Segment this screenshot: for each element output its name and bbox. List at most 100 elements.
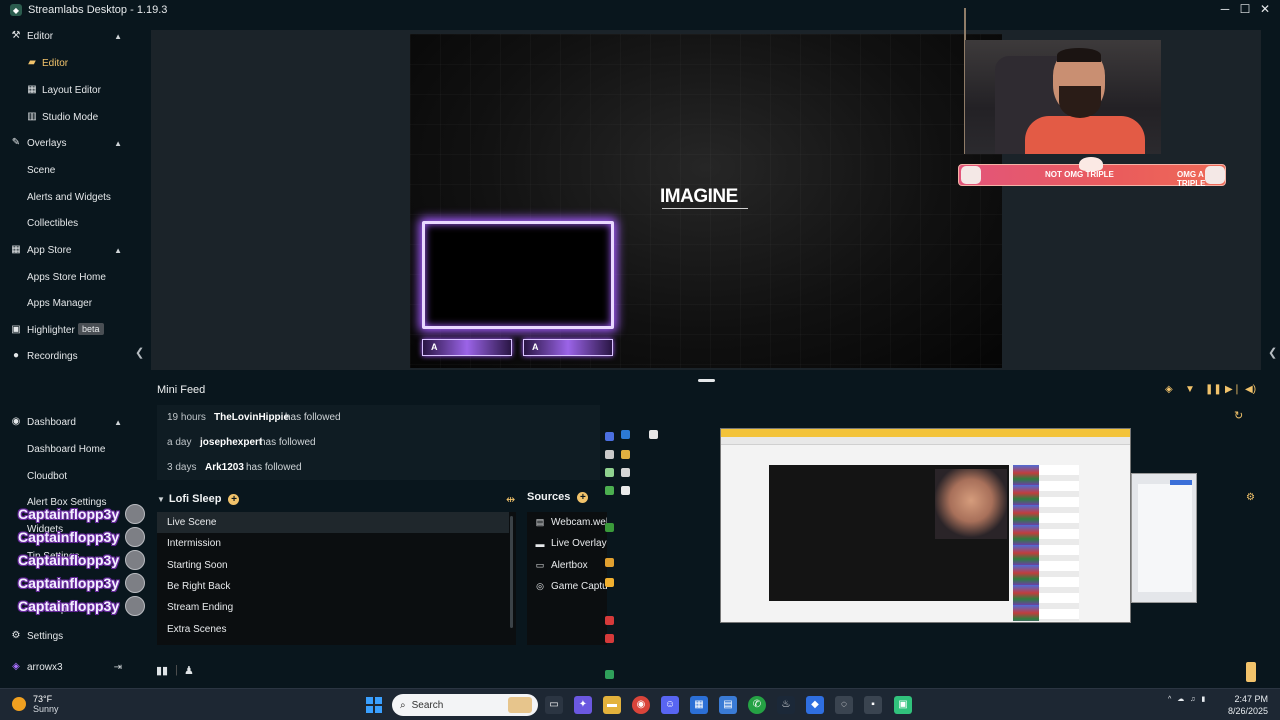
app-icon[interactable]: ◆ [806,696,824,714]
streamlabs-taskbar-icon[interactable]: ▣ [894,696,912,714]
taskbar-search[interactable]: ⌕ Search [392,694,538,716]
record-icon: ● [12,350,20,361]
sidebar-item-label: Editor [42,57,69,69]
nav-settings[interactable]: ⚙ Settings [0,624,134,648]
nav-section-app-store[interactable]: ▦ App Store ▲ [0,238,134,262]
source-label: Alertbox [551,560,588,571]
feed-event-row: a day josephexpert has followed [157,430,600,455]
scene-item[interactable]: Live Scene [157,512,509,533]
gear-icon[interactable]: ⚙ [1246,492,1255,503]
chevron-up-icon[interactable]: ▲ [114,418,122,427]
scene-item[interactable]: Starting Soon [157,555,509,576]
feed-event-user[interactable]: Ark1203 [205,462,244,473]
logout-icon[interactable]: ⇥ [114,662,122,673]
volume-icon[interactable]: ◀) [1245,384,1256,395]
whatsapp-icon[interactable]: ✆ [748,696,766,714]
twitch-icon: ◈ [12,661,20,672]
stats-icon[interactable]: ▮▮ [156,664,168,677]
sidebar-item-apps-store-home[interactable]: Apps Store Home [0,265,134,289]
close-button[interactable]: ✕ [1257,2,1273,16]
task-view-icon[interactable]: ▭ [545,696,563,714]
taskbar-clock[interactable]: 2:47 PM 8/26/2025 [1228,693,1268,717]
notification-icon[interactable]: ♟ [184,664,194,677]
feed-event-user[interactable]: TheLovinHippie [214,412,289,423]
add-source-button[interactable]: + [577,491,589,503]
steam-icon[interactable]: ♨ [777,696,795,714]
source-item[interactable]: ◎ Game Captur [527,576,607,597]
avatar [125,596,146,616]
sidebar-item-layout-editor[interactable]: ▦ Layout Editor [0,78,134,102]
chevron-up-icon[interactable]: ▲ [114,246,122,255]
scene-item[interactable]: Intermission [157,533,509,554]
collapse-left-icon[interactable]: ❮ [135,346,144,359]
store-app-icon[interactable]: ▦ [690,696,708,714]
sidebar-item-editor[interactable]: ▰ Editor [0,51,134,75]
windows-taskbar: 73°F Sunny ⌕ Search ▭ ✦ ▬ ◉ ☺ ▦ ▤ ✆ ♨ ◆ … [0,688,1280,720]
scene-item[interactable]: Extra Scenes [157,619,509,640]
scene-collection-name[interactable]: Lofi Sleep [169,493,222,505]
desktop-app-icon [605,558,614,567]
sidebar-item-alerts-widgets[interactable]: Alerts and Widgets [0,185,134,209]
avatar [125,573,146,593]
webcam-frame[interactable] [422,221,614,329]
calculator-icon[interactable]: ▤ [719,696,737,714]
chevron-up-icon[interactable]: ▲ [114,139,122,148]
chevron-up-icon[interactable]: ▲ [114,32,122,41]
sidebar-item-apps-manager[interactable]: Apps Manager [0,291,134,315]
system-tray-icons[interactable]: ^ ☁ ♫ ▮ [1168,695,1207,703]
sidebar-item-studio-mode[interactable]: ▥ Studio Mode [0,105,134,129]
highlighter-icon: ▣ [11,324,21,335]
search-highlight-art [508,697,532,713]
sidebar-item-label: Apps Manager [27,297,93,309]
nav-section-recordings[interactable]: ● Recordings [0,344,134,368]
feed-event-user[interactable]: josephexpert [200,437,262,448]
copilot-icon[interactable]: ✦ [574,696,592,714]
file-explorer-icon[interactable]: ▬ [603,696,621,714]
desktop-capture-icons [603,428,663,686]
divider: | [175,664,178,676]
chrome-icon[interactable]: ◉ [632,696,650,714]
pause-icon[interactable]: ❚❚ [1205,384,1222,395]
feed-event-row: 19 hours TheLovinHippie has followed [157,405,600,430]
nav-account[interactable]: ◈ arrowx3 ⇥ [0,655,134,679]
add-scene-collection-button[interactable]: + [228,493,240,505]
minimize-button[interactable]: ─ [1217,2,1233,16]
scene-item[interactable]: Be Right Back [157,576,509,597]
collapse-right-icon[interactable]: ❮ [1268,346,1277,359]
app-icon[interactable]: ▪ [864,696,882,714]
discord-icon[interactable]: ☺ [661,696,679,714]
refresh-icon[interactable]: ↻ [1234,409,1243,422]
desktop-app-icon [605,450,614,459]
nav-section-editor[interactable]: ⚒ Editor ▲ [0,24,134,48]
source-item[interactable]: ▤ Webcam.web [527,512,607,533]
weather-widget[interactable]: 73°F Sunny [12,694,59,714]
sidebar-item-dashboard-home[interactable]: Dashboard Home [0,437,134,461]
stream-canvas[interactable]: IMAGINE A A [410,34,1002,368]
nav-section-overlays[interactable]: ✎ Overlays ▲ [0,131,134,155]
goal-marker [1079,157,1103,171]
panel-resize-handle[interactable] [698,379,715,382]
nav-section-highlighter[interactable]: ▣ Highlighter beta [0,318,134,342]
shield-icon[interactable]: ◈ [1165,384,1173,395]
scene-item[interactable]: Stream Ending [157,597,509,618]
sidebar-item-collectibles[interactable]: Collectibles [0,211,134,235]
dashboard-icon: ◉ [11,416,21,427]
sidebar-item-scene[interactable]: Scene [0,158,134,182]
feed-event-time: a day [167,437,192,448]
maximize-button[interactable]: ☐ [1237,2,1253,16]
goal-knob-right [1205,166,1225,184]
sidebar-item-label: Dashboard Home [27,443,106,455]
sidebar-item-cloudbot[interactable]: Cloudbot [0,464,134,488]
desktop-app-icon [605,432,614,441]
chevron-down-icon[interactable]: ▼ [157,495,165,504]
source-item[interactable]: ▬ Live Overlay [527,533,607,554]
skip-icon[interactable]: ▶❘ [1225,384,1241,395]
gear-icon: ⚙ [11,630,21,641]
source-item[interactable]: ▭ Alertbox [527,555,607,576]
filter-icon[interactable]: ▼ [1185,384,1195,395]
scene-transitions-icon[interactable]: ⇹ [506,493,515,506]
scene-scrollbar[interactable] [510,516,513,628]
windows-start-icon[interactable] [366,697,382,713]
nav-section-dashboard[interactable]: ◉ Dashboard ▲ [0,410,134,434]
app-icon[interactable]: ◌ [835,696,853,714]
